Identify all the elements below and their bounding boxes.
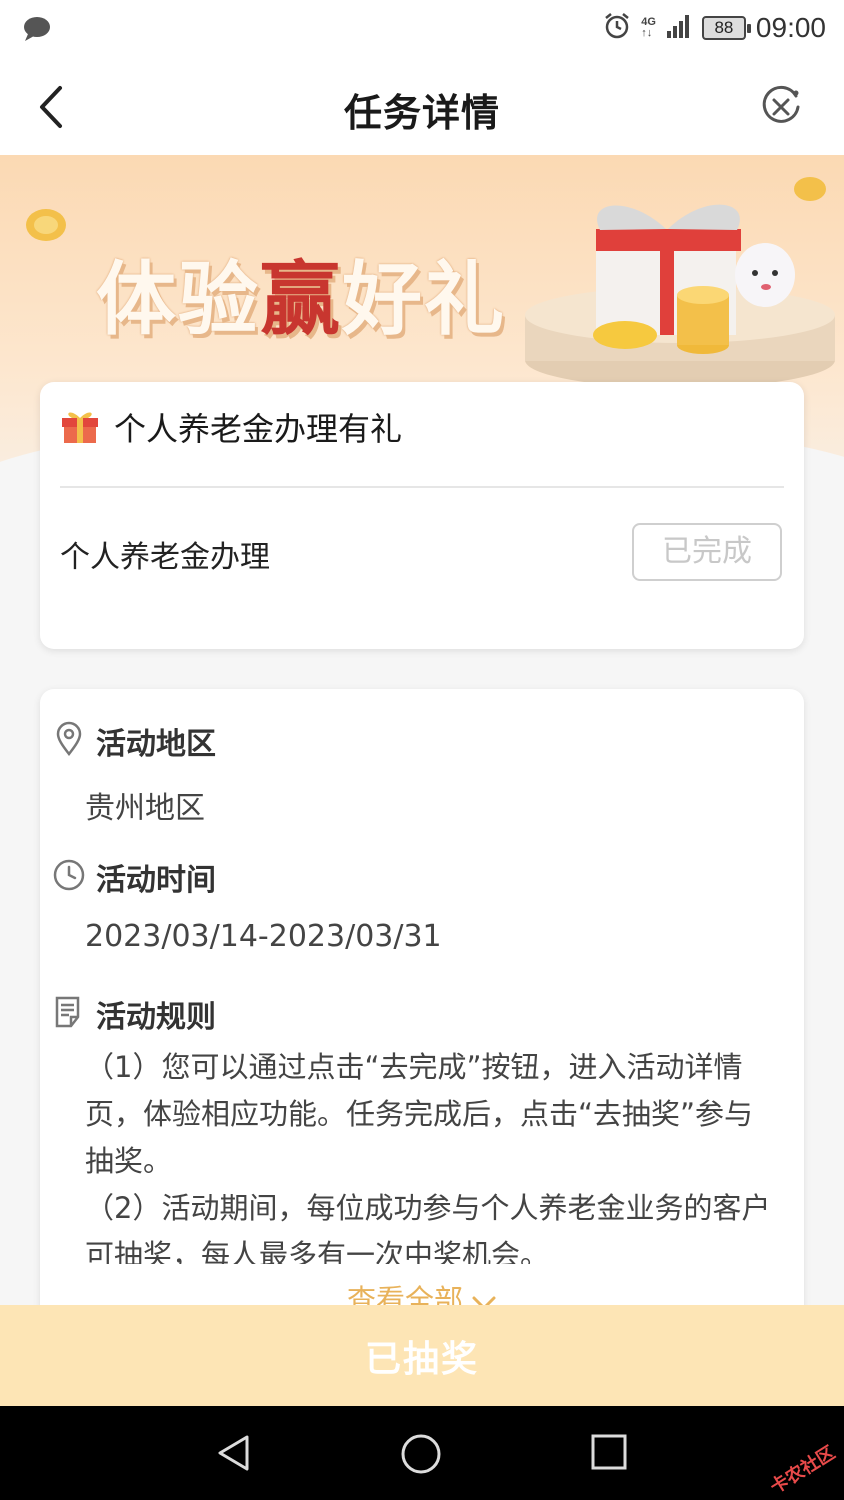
- circle-home-icon: [401, 1434, 441, 1474]
- system-home-button[interactable]: [400, 1433, 442, 1479]
- region-section-header: 活动地区: [52, 719, 216, 763]
- nav-bar: 任务详情: [0, 60, 844, 155]
- task-card: 个人养老金办理有礼 个人养老金办理 已完成: [40, 382, 804, 649]
- task-label: 个人养老金办理: [60, 540, 270, 575]
- watermark: 卡农社区: [766, 1442, 839, 1499]
- banner-slogan: 体验赢好礼: [96, 235, 506, 351]
- battery-indicator: 88: [701, 16, 751, 40]
- region-value: 贵州地区: [85, 791, 205, 826]
- rule-item: （2）活动期间，每位成功参与个人养老金业务的客户可抽奖，每人最多有一次中奖机会。: [85, 1191, 771, 1264]
- time-section-header: 活动时间: [52, 855, 216, 899]
- system-nav-bar: 卡农社区: [0, 1406, 844, 1500]
- system-recents-button[interactable]: [590, 1433, 628, 1475]
- activity-details-card: 活动地区 贵州地区 活动时间 2023/03/14-2023/03/31 活动规…: [40, 689, 804, 1329]
- close-button[interactable]: [758, 84, 804, 130]
- task-card-header: 个人养老金办理有礼: [60, 404, 402, 450]
- triangle-back-icon: [218, 1435, 249, 1471]
- status-indicators: 4G ↑↓ 88 09:00: [603, 12, 826, 44]
- gift-icon: [60, 406, 100, 448]
- slogan-accent: 赢: [260, 253, 342, 346]
- region-title: 活动地区: [96, 727, 216, 762]
- network-indicator: 4G ↑↓: [641, 17, 656, 39]
- status-bar: 4G ↑↓ 88 09:00: [0, 0, 844, 60]
- location-pin-icon: [52, 721, 86, 761]
- page-title: 任务详情: [343, 91, 500, 135]
- network-activity: ↑↓: [641, 27, 653, 39]
- time-title: 活动时间: [96, 863, 216, 898]
- task-status-button[interactable]: 已完成: [632, 523, 782, 581]
- document-icon: [52, 995, 86, 1033]
- lottery-button[interactable]: 已抽奖: [0, 1305, 844, 1406]
- slogan-text-1: 体验: [96, 253, 260, 346]
- task-card-title: 个人养老金办理有礼: [114, 410, 403, 448]
- divider: [60, 486, 784, 488]
- message-icon: [22, 16, 52, 46]
- system-back-button[interactable]: [214, 1433, 254, 1477]
- time-value: 2023/03/14-2023/03/31: [85, 919, 442, 954]
- signal-icon: [666, 13, 692, 43]
- slogan-text-2: 好礼: [342, 253, 506, 346]
- status-time: 09:00: [755, 12, 826, 43]
- rules-section-header: 活动规则: [52, 992, 216, 1036]
- rules-text: （1）您可以通过点击“去完成”按钮，进入活动详情页，体验相应功能。任务完成后，点…: [85, 1044, 775, 1264]
- square-recents-icon: [591, 1434, 627, 1470]
- rules-title: 活动规则: [96, 1000, 216, 1035]
- rule-item: （1）您可以通过点击“去完成”按钮，进入活动详情页，体验相应功能。任务完成后，点…: [85, 1050, 754, 1178]
- close-circle-icon: [762, 85, 800, 123]
- clock-icon: [52, 858, 86, 896]
- alarm-icon: [603, 12, 631, 44]
